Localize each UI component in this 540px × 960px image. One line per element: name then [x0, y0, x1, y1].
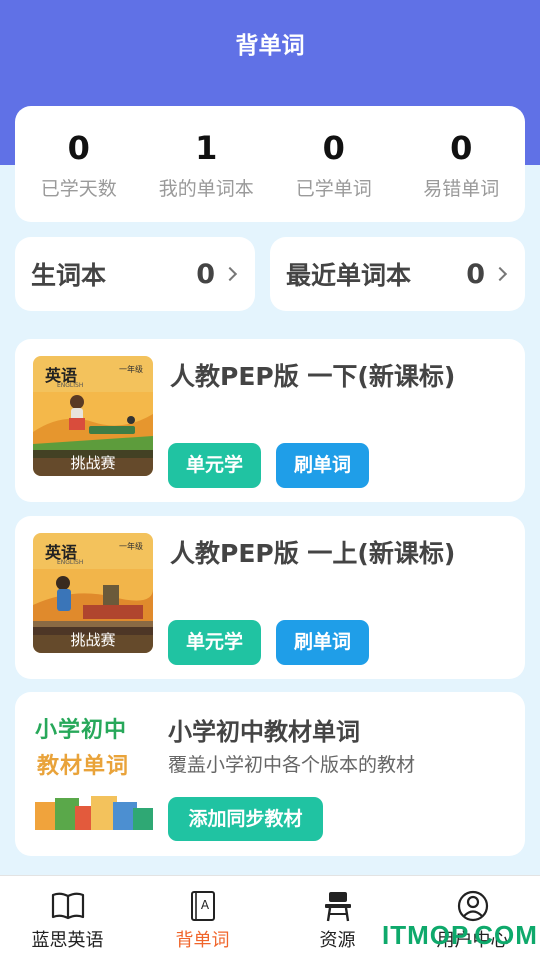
cover-subtitle: ENGLISH — [57, 559, 84, 566]
stat-value: 0 — [450, 129, 473, 167]
unit-study-button[interactable]: 单元学 — [168, 443, 261, 488]
sync-cover[interactable]: 小学初中 教材单词 — [33, 710, 153, 830]
word-book-icon: A — [190, 891, 215, 921]
stat-value: 0 — [67, 129, 90, 167]
new-words-title: 生词本 — [31, 261, 107, 290]
stat-label: 我的单词本 — [158, 178, 254, 200]
challenge-badge[interactable]: 挑战赛 — [33, 627, 153, 653]
book-card: 英语 ENGLISH 一年级 挑战赛 人教PEP版 一下(新课标) 单元学 刷单… — [15, 339, 525, 502]
user-circle-icon — [457, 890, 488, 922]
book-cover[interactable]: 英语 ENGLISH 一年级 挑战赛 — [33, 533, 153, 653]
cover-grade: 一年级 — [119, 542, 143, 551]
stats-card: 0 已学天数 1 我的单词本 0 已学单词 0 易错单词 — [15, 106, 525, 222]
sync-description: 覆盖小学初中各个版本的教材 — [168, 754, 416, 776]
sync-cover-line2: 教材单词 — [37, 754, 130, 779]
tab-label: 蓝思英语 — [31, 930, 104, 951]
sync-title: 小学初中教材单词 — [168, 718, 360, 746]
chevron-right-icon — [492, 266, 508, 282]
stat-learned-words[interactable]: 0 已学单词 — [270, 106, 398, 222]
tab-lanse-english[interactable]: 蓝思英语 — [0, 876, 135, 960]
book-title: 人教PEP版 一下(新课标) — [170, 362, 456, 391]
brush-words-button[interactable]: 刷单词 — [276, 443, 369, 488]
sync-textbook-card: 小学初中 教材单词 小学初中教材单词 覆盖小学初中各个版本的教材 添加同步教材 — [15, 692, 525, 856]
tab-label: 背单词 — [175, 930, 230, 951]
sync-cover-line1: 小学初中 — [35, 718, 128, 743]
recent-wordbook-count: 0 — [466, 258, 485, 290]
page-title: 背单词 — [235, 33, 305, 59]
stat-label: 已学天数 — [40, 178, 117, 200]
stat-label: 已学单词 — [295, 178, 372, 200]
stat-value: 1 — [195, 129, 218, 167]
book-title: 人教PEP版 一上(新课标) — [170, 539, 456, 568]
cover-illustration — [33, 392, 153, 458]
book-open-icon — [51, 892, 84, 920]
challenge-badge[interactable]: 挑战赛 — [33, 450, 153, 476]
svg-text:A: A — [200, 898, 209, 912]
book-cover[interactable]: 英语 ENGLISH 一年级 挑战赛 — [33, 356, 153, 476]
stat-error-words[interactable]: 0 易错单词 — [398, 106, 526, 222]
stat-label: 易错单词 — [423, 178, 500, 200]
desk-chair-icon — [324, 892, 351, 922]
stat-value: 0 — [322, 129, 345, 167]
recent-wordbook-title: 最近单词本 — [286, 261, 412, 290]
stat-learned-days[interactable]: 0 已学天数 — [15, 106, 143, 222]
add-sync-textbook-button[interactable]: 添加同步教材 — [168, 797, 323, 841]
chevron-right-icon — [222, 266, 238, 282]
unit-study-button[interactable]: 单元学 — [168, 620, 261, 665]
stat-my-wordbooks[interactable]: 1 我的单词本 — [143, 106, 271, 222]
watermark: ITMOP.COM — [382, 920, 538, 950]
textbook-stack-image — [35, 796, 153, 830]
tab-memorize-words[interactable]: A 背单词 — [135, 876, 270, 960]
brush-words-button[interactable]: 刷单词 — [276, 620, 369, 665]
cover-illustration — [33, 569, 153, 635]
cover-grade: 一年级 — [119, 365, 143, 374]
book-card: 英语 ENGLISH 一年级 挑战赛 人教PEP版 一上(新课标) 单元学 刷单… — [15, 516, 525, 679]
cover-subtitle: ENGLISH — [57, 382, 84, 389]
new-words-book-card[interactable]: 生词本 0 — [15, 237, 255, 311]
new-words-count: 0 — [196, 258, 215, 290]
recent-wordbook-card[interactable]: 最近单词本 0 — [270, 237, 525, 311]
